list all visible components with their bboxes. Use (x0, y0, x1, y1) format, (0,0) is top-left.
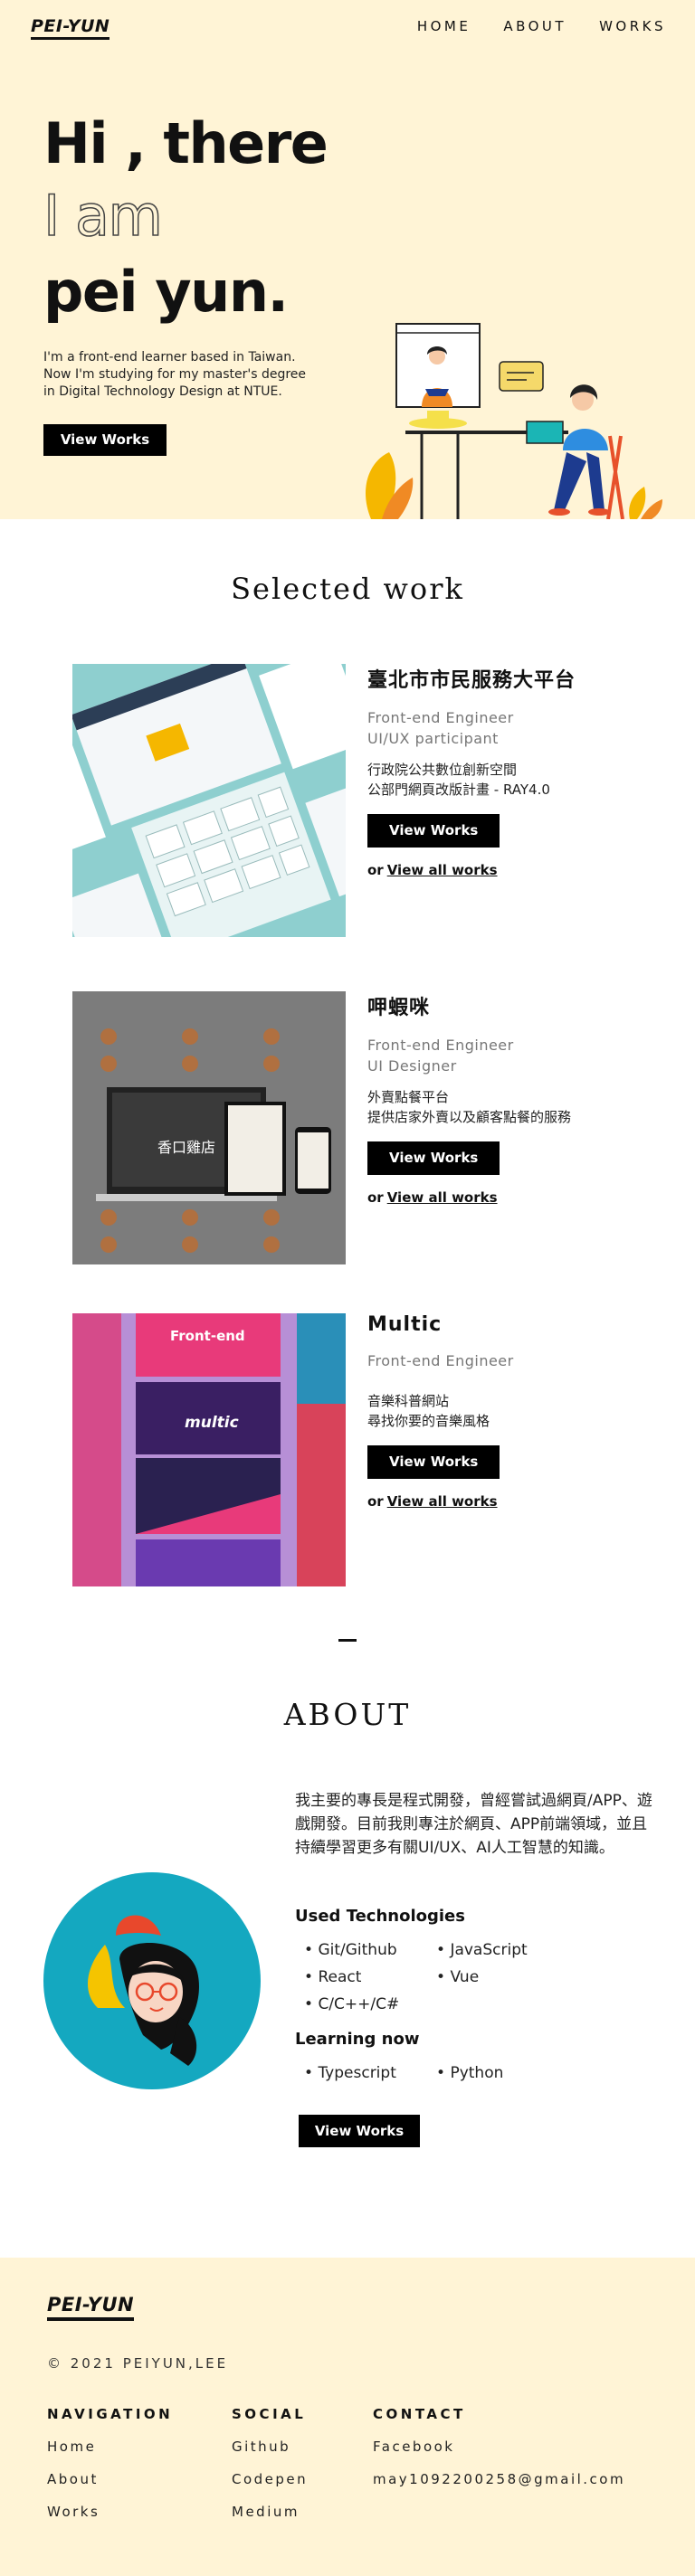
social-heading: SOCIAL (232, 2406, 307, 2422)
footer: PEI-YUN © 2021 PEIYUN,LEE NAVIGATION Hom… (0, 2258, 695, 2576)
work-desc-1: 行政院公共數位創新空間 公部門網頁改版計畫 - RAY4.0 (367, 762, 550, 798)
work-thumbnail-2[interactable]: 香口雞店 (72, 991, 346, 1264)
contact-heading: CONTACT (373, 2406, 466, 2422)
work-role-2: Front-end Engineer UI Designer (367, 1037, 514, 1075)
view-all-works-link-2[interactable]: View all works (387, 1189, 498, 1206)
footer-contact: CONTACT Facebook may1092200258@gmail.com (373, 2406, 625, 2487)
footer-link-home[interactable]: Home (47, 2439, 173, 2455)
work-thumbnail-3[interactable]: Front-end multic (72, 1313, 346, 1586)
thumb-caption-3: Front-end (170, 1328, 245, 1344)
tech-item: • C/C++/C# (304, 1995, 400, 2013)
learning-label: Python (450, 2064, 504, 2082)
hero-view-works-button[interactable]: View Works (43, 424, 167, 456)
about-view-works-button[interactable]: View Works (299, 2115, 420, 2147)
nav-works[interactable]: WORKS (599, 18, 666, 34)
main-nav: HOME ABOUT WORKS (417, 18, 666, 34)
tech-item: • Git/Github (304, 1941, 397, 1959)
used-technologies-heading: Used Technologies (295, 1907, 465, 1926)
footer-link-codepen[interactable]: Codepen (232, 2471, 308, 2487)
copyright: © 2021 PEIYUN,LEE (47, 2355, 229, 2372)
hero-section: PEI-YUN HOME ABOUT WORKS Hi , there I am… (0, 0, 695, 519)
nav-home[interactable]: HOME (417, 18, 471, 34)
hero-heading-line1: Hi , there (43, 110, 328, 176)
footer-navigation: NAVIGATION Home About Works (47, 2406, 173, 2520)
learning-label: Typescript (318, 2064, 396, 2082)
or-text: or (367, 862, 384, 878)
navigation-heading: NAVIGATION (47, 2406, 174, 2422)
work-role-3: Front-end Engineer (367, 1352, 514, 1369)
tech-label: JavaScript (450, 1941, 528, 1959)
footer-social: SOCIAL Github Codepen Medium (232, 2406, 308, 2520)
work-all-2: or View all works (367, 1189, 639, 1206)
work-desc-3: 音樂科普網站 尋找你要的音樂風格 (367, 1393, 490, 1429)
avatar (43, 1872, 261, 2089)
footer-link-works[interactable]: Works (47, 2504, 173, 2520)
work-info-2: 呷蝦咪 Front-end Engineer UI Designer 外賣點餐平… (367, 991, 639, 1206)
footer-link-github[interactable]: Github (232, 2439, 308, 2455)
hero-heading-line2: I am (43, 183, 163, 249)
tech-label: Vue (450, 1968, 480, 1986)
work-thumbnail-1[interactable] (72, 664, 346, 937)
tech-label: C/C++/C# (318, 1995, 400, 2013)
work-info-3: Multic Front-end Engineer 音樂科普網站 尋找你要的音樂… (367, 1313, 639, 1510)
hero-description: I'm a front-end learner based in Taiwan.… (43, 349, 351, 401)
footer-link-facebook[interactable]: Facebook (373, 2439, 625, 2455)
work-all-1: or View all works (367, 862, 639, 878)
hero-desc-line3: in Digital Technology Design at NTUE. (43, 384, 282, 399)
or-text: or (367, 1189, 384, 1206)
work-role-1: Front-end Engineer UI/UX participant (367, 709, 514, 747)
work-title-1: 臺北市市民服務大平台 (367, 669, 576, 692)
footer-link-email[interactable]: may1092200258@gmail.com (373, 2471, 625, 2487)
site-logo[interactable]: PEI-YUN (31, 16, 110, 40)
view-all-works-link-3[interactable]: View all works (387, 1493, 498, 1510)
learning-item: • Typescript (304, 2064, 396, 2082)
learning-item: • Python (436, 2064, 504, 2082)
thumb-caption-2: 香口雞店 (157, 1139, 215, 1156)
tech-label: React (318, 1968, 362, 1986)
view-all-works-link-1[interactable]: View all works (387, 862, 498, 878)
tech-item: • JavaScript (436, 1941, 528, 1959)
hero-heading-line3: pei yun. (43, 259, 289, 325)
or-text: or (367, 1493, 384, 1510)
learning-now-heading: Learning now (295, 2030, 420, 2049)
footer-link-medium[interactable]: Medium (232, 2504, 308, 2520)
selected-work-title: Selected work (231, 572, 464, 606)
work-desc-2: 外賣點餐平台 提供店家外賣以及顧客點餐的服務 (367, 1089, 572, 1125)
nav-about[interactable]: ABOUT (503, 18, 566, 34)
about-title: ABOUT (283, 1697, 412, 1732)
work-view-button-3[interactable]: View Works (367, 1445, 500, 1479)
hero-desc-line2: Now I'm studying for my master's degree (43, 367, 307, 382)
work-item-2: 香口雞店 呷蝦咪 Front-end Engineer UI Designer … (72, 991, 633, 1264)
work-title-2: 呷蝦咪 (367, 997, 431, 1019)
footer-logo[interactable]: PEI-YUN (47, 2294, 135, 2321)
tech-item: • Vue (436, 1968, 480, 1986)
work-all-3: or View all works (367, 1493, 639, 1510)
hero-desc-line1: I'm a front-end learner based in Taiwan. (43, 350, 296, 365)
footer-link-about[interactable]: About (47, 2471, 173, 2487)
about-description: 我主要的專長是程式開發，曾經嘗試過網頁/APP、遊戲開發。目前我則專注於網頁、A… (295, 1792, 652, 1857)
work-item-3: Front-end multic Multic Front-end Engine… (72, 1313, 633, 1586)
tech-item: • React (304, 1968, 362, 1986)
work-view-button-2[interactable]: View Works (367, 1141, 500, 1175)
work-view-button-1[interactable]: View Works (367, 814, 500, 848)
tech-label: Git/Github (318, 1941, 397, 1959)
work-item-1: 臺北市市民服務大平台 Front-end Engineer UI/UX part… (72, 664, 633, 937)
work-info-1: 臺北市市民服務大平台 Front-end Engineer UI/UX part… (367, 664, 639, 878)
thumb-brand-3: multic (185, 1414, 239, 1432)
work-title-3: Multic (367, 1313, 443, 1336)
hero-illustration (365, 323, 662, 519)
section-divider (338, 1639, 357, 1642)
